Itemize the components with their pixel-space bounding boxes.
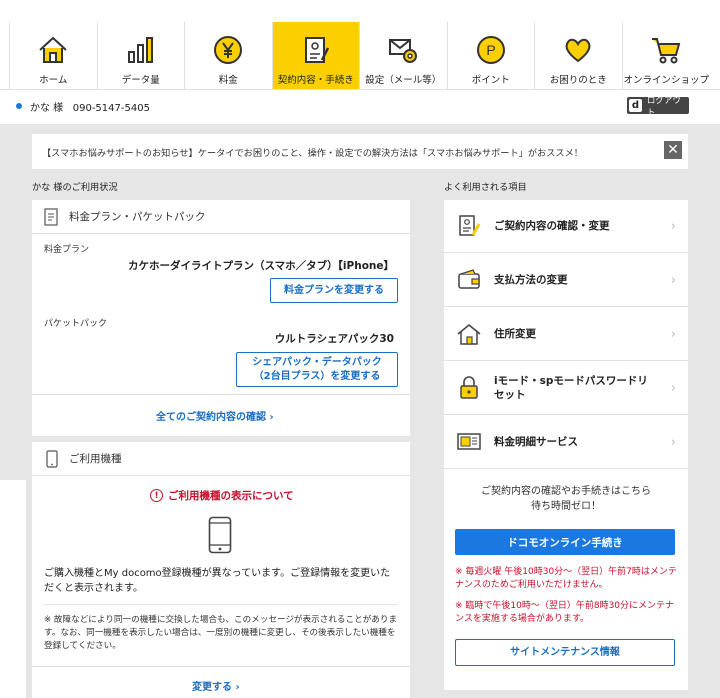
notice-text: 【スマホお悩みサポートのお知らせ】ケータイでお困りのこと、操作・設定での解決方法… bbox=[42, 147, 583, 159]
frequent-item-statement[interactable]: 料金明細サービス › bbox=[444, 416, 688, 469]
divider bbox=[32, 394, 410, 395]
frequent-title: よく利用される項目 bbox=[444, 182, 527, 193]
top-navigation: ホーム データ量 料金 契約内容・手続き 設定（メール等） P ポイント お困り… bbox=[0, 22, 720, 90]
nav-label: オンラインショップ bbox=[623, 75, 709, 86]
nav-item-shop[interactable]: オンラインショップ bbox=[623, 22, 711, 89]
nav-item-charges[interactable]: 料金 bbox=[185, 22, 273, 89]
maintenance-info-button[interactable]: サイトメンテナンス情報 bbox=[455, 639, 675, 666]
chevron-right-icon: › bbox=[670, 434, 676, 450]
user-name: かな 様 bbox=[30, 103, 64, 114]
document-icon bbox=[44, 207, 58, 226]
plan-card-header: 料金プラン・パケットパック bbox=[32, 200, 410, 234]
user-bar: かな 様 090-5147-5405 d ログアウト bbox=[0, 90, 720, 124]
side-panel bbox=[0, 480, 26, 698]
nav-item-settings[interactable]: 設定（メール等） bbox=[360, 22, 448, 89]
home-icon bbox=[39, 36, 67, 63]
online-info-line2: 待ち時間ゼロ！ bbox=[531, 501, 601, 512]
main-content: 【スマホお悩みサポートのお知らせ】ケータイでお困りのこと、操作・設定での解決方法… bbox=[0, 124, 720, 698]
all-contracts-link[interactable]: 全てのご契約内容の確認 › bbox=[156, 408, 274, 423]
house-icon bbox=[457, 323, 481, 345]
statement-icon bbox=[457, 433, 481, 450]
divider bbox=[44, 604, 398, 605]
chevron-right-icon: › bbox=[670, 380, 676, 396]
device-phone-icon bbox=[208, 516, 232, 554]
chevron-right-icon: › bbox=[670, 272, 676, 288]
packet-value: ウルトラシェアパック30 bbox=[274, 333, 394, 345]
device-card-title: ご利用機種 bbox=[69, 453, 122, 465]
frequent-item-label: ご契約内容の確認・変更 bbox=[494, 220, 610, 232]
change-packet-line1: シェアパック・データパック bbox=[252, 356, 382, 368]
points-icon: P bbox=[476, 36, 505, 64]
nav-label: 契約内容・手続き bbox=[277, 75, 354, 86]
close-icon[interactable]: ✕ bbox=[664, 141, 682, 159]
online-info: ご契約内容の確認やお手続きはこちら 待ち時間ゼロ！ bbox=[444, 484, 688, 514]
status-dot bbox=[16, 103, 22, 109]
frequent-item-label: 住所変更 bbox=[494, 328, 536, 340]
exclamation-icon: ! bbox=[150, 489, 163, 502]
change-plan-button[interactable]: 料金プランを変更する bbox=[270, 278, 398, 303]
yen-icon bbox=[214, 36, 243, 64]
logout-label: ログアウト bbox=[646, 95, 681, 118]
contract-icon bbox=[304, 37, 329, 63]
heart-icon bbox=[565, 38, 591, 63]
packet-label: パケットパック bbox=[44, 319, 108, 329]
device-card: ご利用機種 ! ご利用機種の表示について ご購入機種とMy docomo登録機種… bbox=[32, 442, 410, 698]
change-packet-line2: （2台目プラス）を変更する bbox=[253, 370, 381, 382]
nav-item-help[interactable]: お困りのとき bbox=[535, 22, 623, 89]
nav-label: ポイント bbox=[471, 75, 510, 86]
nav-label: 料金 bbox=[218, 75, 238, 86]
nav-item-contract[interactable]: 契約内容・手続き bbox=[272, 22, 360, 89]
maintenance-note-2: ※ 臨時で午後10時～（翌日）午前8時30分にメンテナンスを実施する場合がありま… bbox=[455, 601, 675, 624]
plan-label: 料金プラン bbox=[44, 245, 90, 255]
notice-banner[interactable]: 【スマホお悩みサポートのお知らせ】ケータイでお困りのこと、操作・設定での解決方法… bbox=[32, 134, 688, 169]
nav-item-data[interactable]: データ量 bbox=[98, 22, 185, 89]
nav-label: 設定（メール等） bbox=[365, 75, 442, 86]
frequent-item-label: iモード・spモードパスワードリセット bbox=[494, 375, 648, 401]
frequent-item-contract[interactable]: ご契約内容の確認・変更 › bbox=[444, 200, 688, 253]
user-info: かな 様 090-5147-5405 bbox=[30, 99, 150, 114]
nav-label: データ量 bbox=[121, 75, 160, 86]
smartphone-icon bbox=[46, 449, 58, 468]
docomo-online-button[interactable]: ドコモオンライン手続き bbox=[455, 529, 675, 555]
device-card-header: ご利用機種 bbox=[32, 442, 410, 476]
chevron-right-icon: › bbox=[670, 326, 676, 342]
wallet-icon bbox=[458, 269, 480, 289]
frequent-card: ご契約内容の確認・変更 › 支払方法の変更 › 住所変更 › iモード・spモー… bbox=[444, 200, 688, 690]
device-message: ご購入機種とMy docomo登録機種が異なっています。ご登録情報を変更いただく… bbox=[44, 568, 391, 594]
device-note: ※ 故障などにより同一の機種に交換した場合も、このメッセージが表示されることがあ… bbox=[44, 615, 398, 651]
change-device-link[interactable]: 変更する › bbox=[192, 678, 240, 693]
user-phone: 090-5147-5405 bbox=[72, 103, 150, 114]
bar-chart-icon bbox=[127, 37, 153, 63]
frequent-item-label: 支払方法の変更 bbox=[494, 274, 568, 286]
logout-button[interactable]: d ログアウト bbox=[627, 96, 689, 118]
docomo-d-icon: d bbox=[629, 99, 642, 112]
plan-value: カケホーダイライトプラン（スマホ／タブ）【iPhone】 bbox=[127, 260, 394, 272]
svg-text:P: P bbox=[486, 42, 495, 58]
plan-card-title: 料金プラン・パケットパック bbox=[69, 211, 206, 223]
contract-edit-icon bbox=[459, 215, 481, 236]
nav-item-points[interactable]: P ポイント bbox=[448, 22, 535, 89]
frequent-item-payment[interactable]: 支払方法の変更 › bbox=[444, 254, 688, 307]
chevron-right-icon: › bbox=[670, 218, 676, 234]
frequent-item-password-reset[interactable]: iモード・spモードパスワードリセット › bbox=[444, 362, 688, 415]
frequent-item-label: 料金明細サービス bbox=[494, 436, 578, 448]
nav-edge bbox=[0, 22, 10, 89]
maintenance-note-1: ※ 毎週火曜 午後10時30分～（翌日）午前7時はメンテナンスのためご利用いただ… bbox=[455, 567, 677, 590]
plan-card: 料金プラン・パケットパック 料金プラン カケホーダイライトプラン（スマホ／タブ）… bbox=[32, 200, 410, 436]
usage-title: かな 様のご利用状況 bbox=[32, 182, 118, 193]
nav-label: ホーム bbox=[39, 75, 68, 86]
divider bbox=[32, 666, 410, 667]
lock-reset-icon bbox=[460, 376, 478, 399]
nav-item-home[interactable]: ホーム bbox=[10, 22, 98, 89]
nav-label: お困りのとき bbox=[549, 75, 607, 86]
online-info-line1: ご契約内容の確認やお手続きはこちら bbox=[481, 486, 651, 497]
cart-icon bbox=[652, 38, 681, 64]
mail-settings-icon bbox=[389, 39, 418, 63]
device-warning-text: ご利用機種の表示について bbox=[168, 490, 294, 502]
frequent-item-address[interactable]: 住所変更 › bbox=[444, 308, 688, 361]
device-warning[interactable]: ! ご利用機種の表示について bbox=[150, 488, 294, 503]
change-packet-button[interactable]: シェアパック・データパック （2台目プラス）を変更する bbox=[236, 352, 398, 387]
